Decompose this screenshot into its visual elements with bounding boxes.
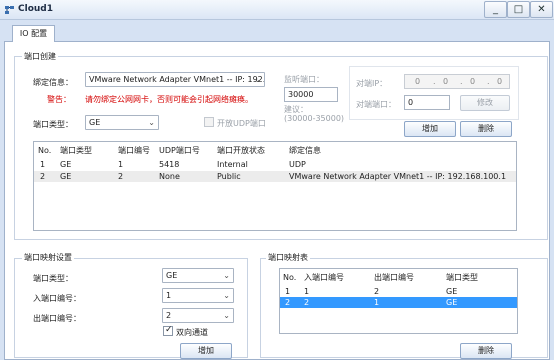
table-row[interactable]: 1 GE 1 5418 Internal UDP [34, 159, 516, 170]
minimize-button[interactable]: _ [484, 1, 507, 18]
table-cell: 1 [304, 287, 310, 296]
modify-button[interactable]: 修改 [460, 95, 510, 111]
delete-port-button[interactable]: 删除 [460, 121, 512, 137]
column-header: 出端口编号 [374, 273, 414, 282]
add-port-button[interactable]: 增加 [404, 121, 456, 137]
maximize-button[interactable]: □ [507, 1, 530, 18]
bidirectional-label: 双向通道 [176, 328, 208, 337]
table-cell: 1 [285, 287, 291, 296]
table-cell: None [159, 172, 180, 181]
in-port-value: 1 [166, 291, 172, 300]
cloud-app-icon [5, 6, 14, 14]
peer-ip-dot: . [487, 77, 490, 86]
bind-info-select[interactable]: VMware Network Adapter VMnet1 -- IP: 192… [85, 72, 265, 87]
out-port-value: 2 [166, 311, 172, 320]
peer-port-input[interactable]: 0 [404, 95, 450, 110]
table-cell: 2 [304, 298, 310, 307]
listen-port-label: 监听端口： [284, 75, 324, 84]
chevron-down-icon: ⌄ [254, 75, 261, 84]
column-header: 端口编号 [118, 146, 150, 155]
peer-ip-octet-1: 0 [415, 77, 421, 86]
table-cell: GE [446, 287, 458, 296]
table-row[interactable]: 1 1 2 GE [280, 286, 517, 297]
warning-label: 警告： [47, 95, 71, 104]
peer-ip-label: 对端IP： [356, 79, 388, 88]
out-port-select[interactable]: 2 ⌄ [162, 308, 234, 323]
chevron-down-icon: ⌄ [223, 291, 230, 300]
bind-info-value: VMware Network Adapter VMnet1 -- IP: 192… [89, 75, 265, 84]
table-cell: 5418 [159, 160, 180, 169]
port-map-table-title: 端口映射表 [266, 252, 310, 263]
column-header: 入端口编号 [304, 273, 344, 282]
table-header: No. 入端口编号 出端口编号 端口类型 [280, 272, 517, 283]
peer-port-label: 对端端口： [356, 100, 396, 109]
table-cell: UDP [289, 160, 306, 169]
udp-port-label: 开放UDP端口 [217, 119, 266, 128]
table-cell: 2 [374, 287, 380, 296]
map-port-type-label: 端口类型： [33, 274, 73, 283]
table-row-selected[interactable]: 2 2 1 GE [280, 297, 517, 308]
port-table: No. 端口类型 端口编号 UDP端口号 端口开放状态 绑定信息 1 GE 1 … [33, 141, 517, 231]
map-port-type-value: GE [166, 271, 178, 280]
port-map-table: No. 入端口编号 出端口编号 端口类型 1 1 2 GE 2 2 1 GE [279, 268, 518, 334]
table-cell: GE [60, 172, 72, 181]
port-create-title: 端口创建 [22, 51, 58, 62]
port-map-settings-title: 端口映射设置 [22, 252, 74, 263]
warning-text: 请勿绑定公网网卡，否则可能会引起网络瘫痪。 [85, 95, 253, 104]
table-cell: 2 [40, 172, 46, 181]
table-cell: 2 [118, 172, 124, 181]
listen-port-input[interactable]: 30000 [284, 87, 338, 102]
table-cell: Internal [217, 160, 248, 169]
table-cell: 1 [118, 160, 124, 169]
suggest-range: (30000-35000) [284, 114, 345, 123]
chevron-down-icon: ⌄ [223, 311, 230, 320]
peer-ip-dot: . [460, 77, 463, 86]
column-header: UDP端口号 [159, 146, 200, 155]
bidirectional-checkbox[interactable]: ✓ [163, 325, 173, 336]
table-cell: VMware Network Adapter VMnet1 -- IP: 192… [289, 172, 507, 181]
port-type-select[interactable]: GE ⌄ [85, 115, 159, 130]
peer-ip-dot: . [433, 77, 436, 86]
table-row[interactable]: 2 GE 2 None Public VMware Network Adapte… [34, 171, 516, 182]
table-cell: GE [60, 160, 72, 169]
add-mapping-button[interactable]: 增加 [180, 343, 232, 359]
window-title: Cloud1 [18, 4, 53, 14]
bind-info-label: 绑定信息： [33, 78, 73, 87]
in-port-label: 入端口编号： [33, 294, 81, 303]
port-type-label: 端口类型： [33, 120, 73, 129]
out-port-label: 出端口编号： [33, 314, 81, 323]
close-button[interactable]: ✕ [530, 1, 553, 18]
column-header: 绑定信息 [289, 146, 321, 155]
title-bar: Cloud1 _ □ ✕ [0, 0, 554, 20]
chevron-down-icon: ⌄ [223, 271, 230, 280]
in-port-select[interactable]: 1 ⌄ [162, 288, 234, 303]
table-header: No. 端口类型 端口编号 UDP端口号 端口开放状态 绑定信息 [34, 145, 516, 156]
peer-ip-input[interactable]: 0 . 0 . 0 . 0 [404, 74, 510, 89]
tab-io-config[interactable]: IO 配置 [12, 25, 55, 42]
table-cell: 1 [40, 160, 46, 169]
delete-mapping-button[interactable]: 删除 [460, 343, 512, 359]
table-cell: GE [446, 298, 458, 307]
checkmark-icon: ✓ [165, 325, 173, 335]
udp-port-checkbox[interactable] [204, 117, 214, 127]
table-cell: 2 [285, 298, 291, 307]
column-header: No. [283, 273, 297, 282]
map-port-type-select[interactable]: GE ⌄ [162, 268, 234, 283]
peer-ip-octet-3: 0 [470, 77, 476, 86]
port-type-value: GE [89, 118, 101, 127]
column-header: No. [38, 146, 52, 155]
column-header: 端口类型 [446, 273, 478, 282]
chevron-down-icon: ⌄ [148, 118, 155, 127]
table-cell: Public [217, 172, 241, 181]
column-header: 端口类型 [60, 146, 92, 155]
peer-ip-octet-4: 0 [497, 77, 503, 86]
column-header: 端口开放状态 [217, 146, 265, 155]
peer-ip-octet-2: 0 [443, 77, 449, 86]
table-cell: 1 [374, 298, 380, 307]
